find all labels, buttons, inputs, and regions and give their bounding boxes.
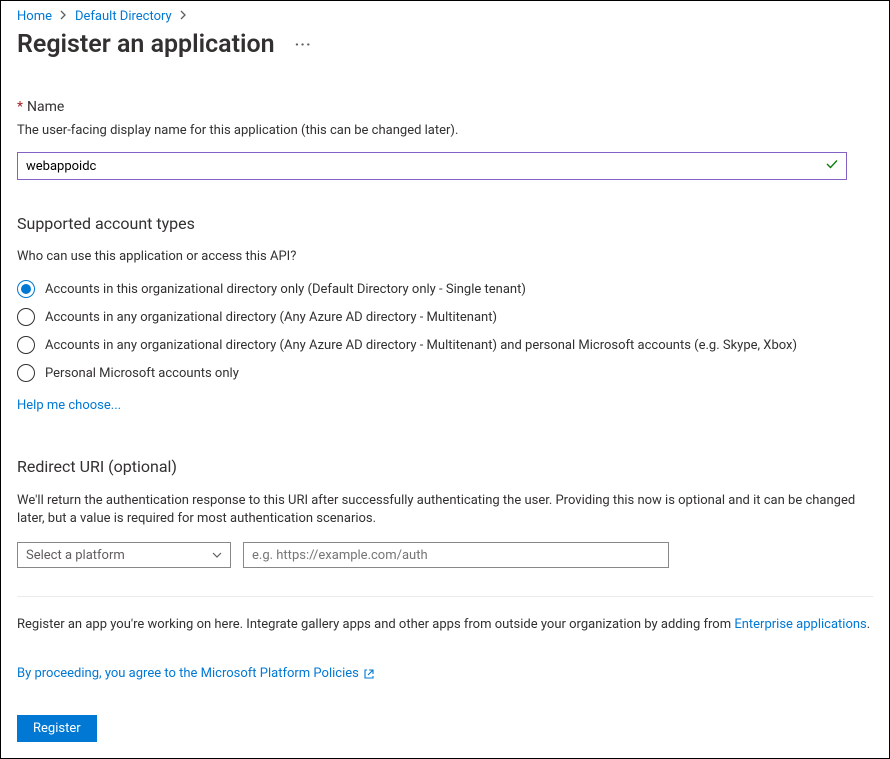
account-types-heading: Supported account types <box>17 214 873 233</box>
name-input[interactable] <box>17 152 847 180</box>
redirect-uri-section: Redirect URI (optional) We'll return the… <box>17 457 873 568</box>
breadcrumb: Home Default Directory <box>17 9 873 24</box>
account-types-subtext: Who can use this application or access t… <box>17 249 873 264</box>
platform-select[interactable]: Select a platform <box>17 542 231 568</box>
name-help: The user-facing display name for this ap… <box>17 123 873 138</box>
enterprise-applications-link[interactable]: Enterprise applications <box>734 617 866 632</box>
external-link-icon <box>363 668 375 680</box>
radio-single-tenant[interactable]: Accounts in this organizational director… <box>17 280 873 298</box>
radio-label: Accounts in any organizational directory… <box>45 310 497 325</box>
radio-personal-only[interactable]: Personal Microsoft accounts only <box>17 364 873 382</box>
redirect-uri-input[interactable] <box>243 542 669 568</box>
radio-button-icon <box>17 336 35 354</box>
chevron-right-icon <box>60 9 67 24</box>
register-button[interactable]: Register <box>17 715 97 742</box>
name-label: *Name <box>17 99 873 115</box>
radio-button-icon <box>17 308 35 326</box>
chevron-down-icon <box>212 548 222 563</box>
help-me-choose-link[interactable]: Help me choose... <box>17 398 121 413</box>
redirect-desc: We'll return the authentication response… <box>17 492 867 528</box>
page-title: Register an application ··· <box>17 30 873 59</box>
radio-multitenant-personal[interactable]: Accounts in any organizational directory… <box>17 336 873 354</box>
radio-multitenant[interactable]: Accounts in any organizational directory… <box>17 308 873 326</box>
more-actions-button[interactable]: ··· <box>295 35 312 54</box>
account-types-radio-group: Accounts in this organizational director… <box>17 280 873 382</box>
divider <box>17 596 873 597</box>
redirect-heading: Redirect URI (optional) <box>17 457 873 476</box>
breadcrumb-directory[interactable]: Default Directory <box>75 9 172 24</box>
account-types-section: Supported account types Who can use this… <box>17 214 873 413</box>
platform-select-label: Select a platform <box>26 548 125 563</box>
radio-label: Accounts in this organizational director… <box>45 282 526 297</box>
radio-label: Accounts in any organizational directory… <box>45 338 797 353</box>
checkmark-icon <box>825 157 839 175</box>
radio-label: Personal Microsoft accounts only <box>45 366 239 381</box>
platform-policies-link[interactable]: By proceeding, you agree to the Microsof… <box>17 666 873 681</box>
breadcrumb-home[interactable]: Home <box>17 9 52 24</box>
radio-button-icon <box>17 364 35 382</box>
radio-button-icon <box>17 280 35 298</box>
enterprise-apps-info: Register an app you're working on here. … <box>17 617 873 632</box>
required-star: * <box>17 99 23 115</box>
name-section: *Name The user-facing display name for t… <box>17 99 873 180</box>
chevron-right-icon <box>180 9 187 24</box>
